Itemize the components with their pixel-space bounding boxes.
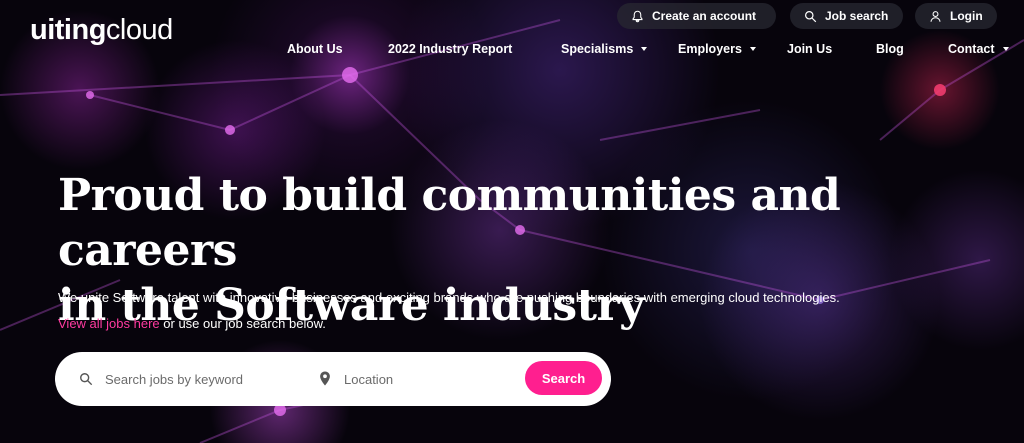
nav-specialisms[interactable]: Specialisms [561,42,648,56]
bell-icon [632,10,643,22]
user-icon [930,10,941,22]
location-pin-icon [320,371,330,386]
view-all-jobs-link[interactable]: View all jobs here [58,316,160,331]
job-search-button[interactable]: Job search [790,3,903,29]
site-logo[interactable]: uitingcloud [30,14,173,47]
nav-contact[interactable]: Contact [948,42,1009,56]
search-button[interactable]: Search [525,361,602,395]
nav-employers[interactable]: Employers [678,42,756,56]
login-button[interactable]: Login [915,3,997,29]
hero-headline: Proud to build communities and careers i… [58,170,841,331]
create-account-label: Create an account [652,9,757,23]
hero-subtitle: We unite Software talent with innovative… [58,290,840,305]
login-label: Login [950,9,983,23]
nav-industry-report[interactable]: 2022 Industry Report [388,42,512,56]
create-account-button[interactable]: Create an account [617,3,776,29]
nav-about[interactable]: About Us [287,42,343,56]
nav-join-us[interactable]: Join Us [787,42,832,56]
chevron-down-icon [749,47,756,51]
job-search-label: Job search [825,9,889,23]
nav-blog[interactable]: Blog [876,42,904,56]
hero-cta-line: View all jobs here or use our job search… [58,316,326,331]
keyword-search-input[interactable] [105,369,305,389]
search-icon [80,373,93,386]
job-search-bar: Search [55,352,611,406]
chevron-down-icon [641,47,648,51]
chevron-down-icon [1002,47,1009,51]
location-input[interactable] [344,369,544,389]
search-icon [805,10,817,22]
